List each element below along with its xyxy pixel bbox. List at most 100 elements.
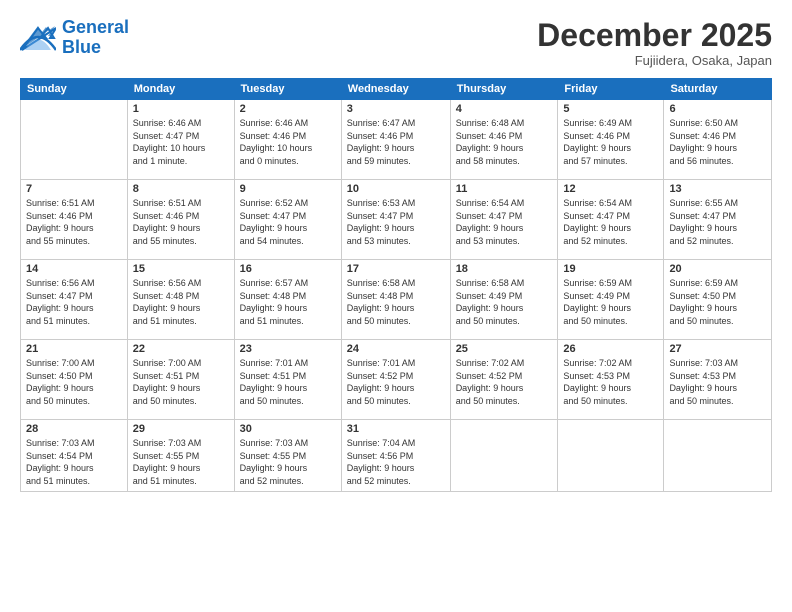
day-number: 21 [26,343,122,355]
day-info: Sunrise: 7:04 AM Sunset: 4:56 PM Dayligh… [347,437,445,487]
calendar-cell: 30 Sunrise: 7:03 AM Sunset: 4:55 PM Dayli… [234,420,341,491]
day-info: Sunrise: 6:47 AM Sunset: 4:46 PM Dayligh… [347,117,445,167]
day-number: 26 [563,343,658,355]
logo-general: General [62,17,129,37]
day-number: 17 [347,263,445,275]
day-info: Sunrise: 6:49 AM Sunset: 4:46 PM Dayligh… [563,117,658,167]
day-number: 31 [347,423,445,435]
day-number: 27 [669,343,766,355]
day-info: Sunrise: 6:56 AM Sunset: 4:48 PM Dayligh… [133,277,229,327]
day-info: Sunrise: 6:54 AM Sunset: 4:47 PM Dayligh… [456,197,553,247]
week-row-3: 14Sunrise: 6:56 AM Sunset: 4:47 PM Dayli… [21,260,772,340]
calendar-cell: 13 Sunrise: 6:55 AM Sunset: 4:47 PM Dayli… [664,180,772,260]
day-number: 8 [133,183,229,195]
calendar-cell: 2 Sunrise: 6:46 AM Sunset: 4:46 PM Daylig… [234,100,341,180]
day-info: Sunrise: 7:03 AM Sunset: 4:55 PM Dayligh… [133,437,229,487]
title-block: December 2025 Fujiidera, Osaka, Japan [537,18,772,68]
day-info: Sunrise: 7:01 AM Sunset: 4:51 PM Dayligh… [240,357,336,407]
week-row-2: 7Sunrise: 6:51 AM Sunset: 4:46 PM Daylig… [21,180,772,260]
calendar-cell: 14Sunrise: 6:56 AM Sunset: 4:47 PM Dayli… [21,260,128,340]
day-info: Sunrise: 7:02 AM Sunset: 4:53 PM Dayligh… [563,357,658,407]
day-number: 9 [240,183,336,195]
calendar-cell: 8 Sunrise: 6:51 AM Sunset: 4:46 PM Daylig… [127,180,234,260]
logo-icon [20,24,56,52]
day-number: 18 [456,263,553,275]
calendar-table: SundayMondayTuesdayWednesdayThursdayFrid… [20,78,772,491]
logo-text: General Blue [62,18,129,58]
calendar-cell: 23 Sunrise: 7:01 AM Sunset: 4:51 PM Dayli… [234,340,341,420]
calendar-cell: 28 Sunrise: 7:03 AM Sunset: 4:54 PM Dayli… [21,420,128,491]
day-number: 24 [347,343,445,355]
day-number: 10 [347,183,445,195]
day-number: 14 [26,263,122,275]
weekday-header-monday: Monday [127,79,234,100]
week-row-5: 28 Sunrise: 7:03 AM Sunset: 4:54 PM Dayli… [21,420,772,491]
calendar-cell: 19 Sunrise: 6:59 AM Sunset: 4:49 PM Dayli… [558,260,664,340]
calendar-cell [450,420,558,491]
day-number: 12 [563,183,658,195]
calendar-cell: 9 Sunrise: 6:52 AM Sunset: 4:47 PM Daylig… [234,180,341,260]
day-info: Sunrise: 6:57 AM Sunset: 4:48 PM Dayligh… [240,277,336,327]
calendar-cell: 17 Sunrise: 6:58 AM Sunset: 4:48 PM Dayli… [341,260,450,340]
day-info: Sunrise: 6:58 AM Sunset: 4:48 PM Dayligh… [347,277,445,327]
day-info: Sunrise: 6:53 AM Sunset: 4:47 PM Dayligh… [347,197,445,247]
calendar-cell: 1 Sunrise: 6:46 AM Sunset: 4:47 PM Daylig… [127,100,234,180]
weekday-header-saturday: Saturday [664,79,772,100]
day-info: Sunrise: 7:02 AM Sunset: 4:52 PM Dayligh… [456,357,553,407]
day-info: Sunrise: 6:51 AM Sunset: 4:46 PM Dayligh… [133,197,229,247]
location: Fujiidera, Osaka, Japan [537,53,772,68]
day-number: 28 [26,423,122,435]
day-number: 1 [133,103,229,115]
day-info: Sunrise: 6:55 AM Sunset: 4:47 PM Dayligh… [669,197,766,247]
calendar-cell: 18 Sunrise: 6:58 AM Sunset: 4:49 PM Dayli… [450,260,558,340]
calendar-cell [21,100,128,180]
calendar-cell: 21 Sunrise: 7:00 AM Sunset: 4:50 PM Dayli… [21,340,128,420]
weekday-header-friday: Friday [558,79,664,100]
day-number: 29 [133,423,229,435]
calendar-cell: 27 Sunrise: 7:03 AM Sunset: 4:53 PM Dayli… [664,340,772,420]
day-info: Sunrise: 6:50 AM Sunset: 4:46 PM Dayligh… [669,117,766,167]
calendar-cell: 24 Sunrise: 7:01 AM Sunset: 4:52 PM Dayli… [341,340,450,420]
calendar-cell: 10 Sunrise: 6:53 AM Sunset: 4:47 PM Dayli… [341,180,450,260]
day-info: Sunrise: 7:03 AM Sunset: 4:55 PM Dayligh… [240,437,336,487]
day-number: 2 [240,103,336,115]
day-number: 20 [669,263,766,275]
calendar-cell: 7Sunrise: 6:51 AM Sunset: 4:46 PM Daylig… [21,180,128,260]
day-info: Sunrise: 6:52 AM Sunset: 4:47 PM Dayligh… [240,197,336,247]
calendar-cell: 25 Sunrise: 7:02 AM Sunset: 4:52 PM Dayli… [450,340,558,420]
day-number: 30 [240,423,336,435]
day-info: Sunrise: 6:48 AM Sunset: 4:46 PM Dayligh… [456,117,553,167]
day-number: 19 [563,263,658,275]
logo: General Blue [20,18,129,58]
day-info: Sunrise: 7:03 AM Sunset: 4:54 PM Dayligh… [26,437,122,487]
calendar-cell: 15Sunrise: 6:56 AM Sunset: 4:48 PM Dayli… [127,260,234,340]
day-number: 11 [456,183,553,195]
calendar-cell: 29 Sunrise: 7:03 AM Sunset: 4:55 PM Dayli… [127,420,234,491]
calendar-cell: 20 Sunrise: 6:59 AM Sunset: 4:50 PM Dayli… [664,260,772,340]
calendar-cell [558,420,664,491]
calendar-cell: 4 Sunrise: 6:48 AM Sunset: 4:46 PM Daylig… [450,100,558,180]
day-number: 25 [456,343,553,355]
day-info: Sunrise: 6:58 AM Sunset: 4:49 PM Dayligh… [456,277,553,327]
day-number: 16 [240,263,336,275]
day-number: 4 [456,103,553,115]
day-info: Sunrise: 7:00 AM Sunset: 4:50 PM Dayligh… [26,357,122,407]
week-row-1: 1 Sunrise: 6:46 AM Sunset: 4:47 PM Daylig… [21,100,772,180]
page: General Blue December 2025 Fujiidera, Os… [0,0,792,612]
calendar-cell: 6 Sunrise: 6:50 AM Sunset: 4:46 PM Daylig… [664,100,772,180]
day-info: Sunrise: 6:46 AM Sunset: 4:47 PM Dayligh… [133,117,229,167]
day-number: 6 [669,103,766,115]
day-number: 23 [240,343,336,355]
calendar-cell: 26 Sunrise: 7:02 AM Sunset: 4:53 PM Dayli… [558,340,664,420]
day-info: Sunrise: 7:00 AM Sunset: 4:51 PM Dayligh… [133,357,229,407]
calendar-cell: 12 Sunrise: 6:54 AM Sunset: 4:47 PM Dayli… [558,180,664,260]
day-info: Sunrise: 6:59 AM Sunset: 4:49 PM Dayligh… [563,277,658,327]
day-info: Sunrise: 6:59 AM Sunset: 4:50 PM Dayligh… [669,277,766,327]
day-info: Sunrise: 6:46 AM Sunset: 4:46 PM Dayligh… [240,117,336,167]
day-info: Sunrise: 7:03 AM Sunset: 4:53 PM Dayligh… [669,357,766,407]
calendar-cell: 31 Sunrise: 7:04 AM Sunset: 4:56 PM Dayli… [341,420,450,491]
day-info: Sunrise: 7:01 AM Sunset: 4:52 PM Dayligh… [347,357,445,407]
week-row-4: 21 Sunrise: 7:00 AM Sunset: 4:50 PM Dayli… [21,340,772,420]
day-info: Sunrise: 6:54 AM Sunset: 4:47 PM Dayligh… [563,197,658,247]
day-number: 13 [669,183,766,195]
